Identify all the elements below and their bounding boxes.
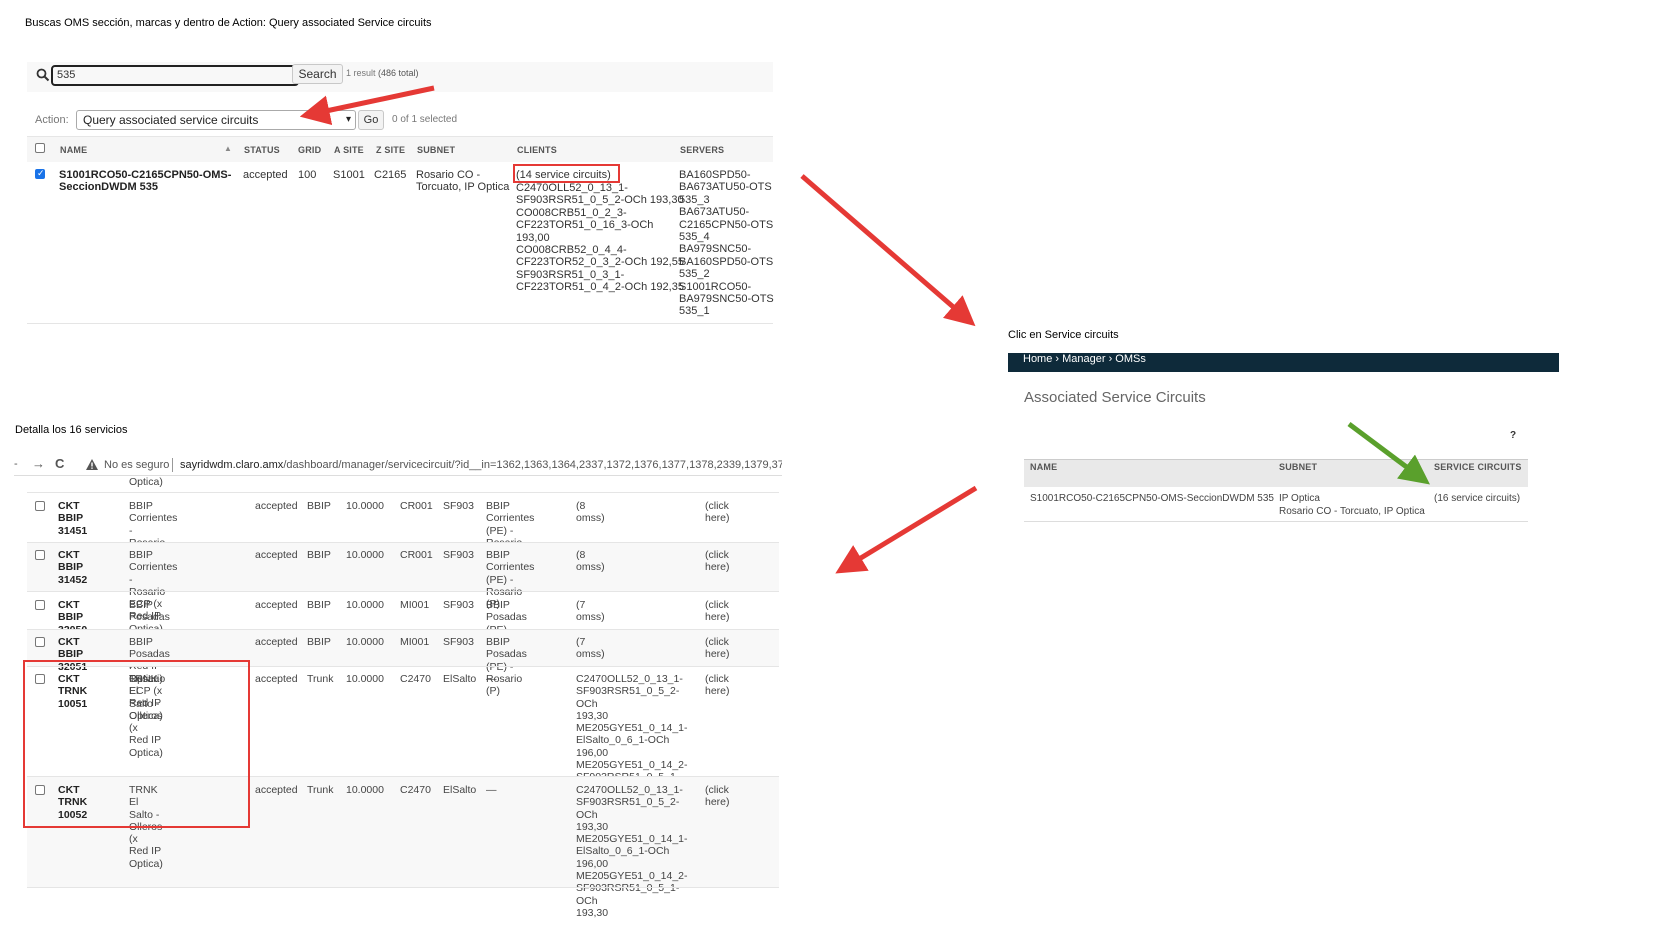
arrow-to-action: [299, 85, 435, 126]
annotation-arrows: [299, 85, 1431, 574]
arrow-to-panel2: [800, 174, 976, 327]
arrow-to-panel3: [835, 485, 978, 574]
arrow-to-circuits: [1347, 421, 1431, 485]
